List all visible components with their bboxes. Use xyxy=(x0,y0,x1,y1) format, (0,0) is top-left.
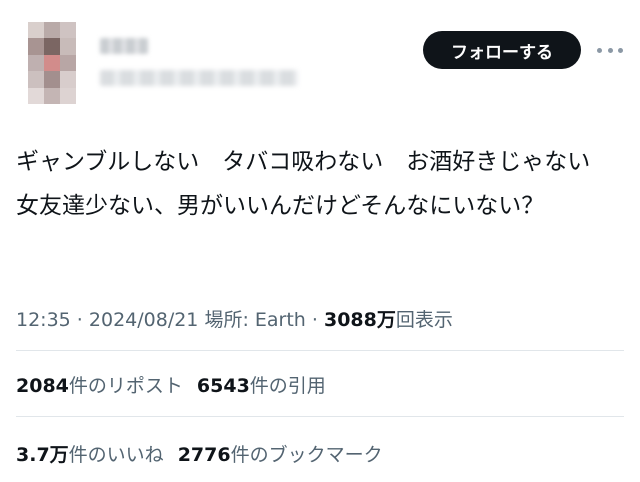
divider xyxy=(16,416,624,417)
likes-label: 件のいいね xyxy=(68,444,164,466)
user-handle-blurred[interactable] xyxy=(100,70,298,86)
meta-separator: · xyxy=(305,309,324,331)
bookmarks-stat[interactable]: 2776件のブックマーク xyxy=(178,440,383,467)
tweet-location: 場所: Earth xyxy=(198,309,306,331)
more-dot xyxy=(607,47,613,53)
quotes-label: 件の引用 xyxy=(249,375,326,397)
stats-row-reposts-quotes: 2084件のリポスト 6543件の引用 xyxy=(16,371,326,398)
more-horizontal-icon[interactable] xyxy=(597,40,623,60)
views-count: 3088万 xyxy=(323,309,396,331)
reposts-stat[interactable]: 2084件のリポスト xyxy=(16,371,183,398)
tweet-text: ギャンブルしない タバコ吸わない お酒好きじゃない 女友達少ない、男がいいんだけ… xyxy=(16,149,614,219)
stats-row-likes-bookmarks: 3.7万件のいいね 2776件のブックマーク xyxy=(16,440,383,467)
bookmarks-count: 2776 xyxy=(177,444,231,466)
tweet-date[interactable]: 2024/08/21 xyxy=(89,309,199,331)
tweet-meta: 12:35 · 2024/08/21 場所: Earth · 3088万回表示 xyxy=(16,305,453,332)
avatar[interactable] xyxy=(28,22,76,104)
avatar-mosaic xyxy=(28,22,76,104)
reposts-count: 2084 xyxy=(16,375,69,397)
likes-count: 3.7万 xyxy=(16,444,69,466)
likes-stat[interactable]: 3.7万件のいいね xyxy=(16,440,164,467)
more-dot xyxy=(618,47,623,53)
more-dot xyxy=(597,47,602,53)
views-label: 回表示 xyxy=(395,309,453,331)
tweet-time[interactable]: 12:35 xyxy=(16,309,71,331)
bookmarks-label: 件のブックマーク xyxy=(230,444,383,466)
reposts-label: 件のリポスト xyxy=(68,375,183,397)
divider xyxy=(16,350,624,351)
follow-button[interactable]: フォローする xyxy=(423,31,581,69)
meta-separator: · xyxy=(70,309,89,331)
display-name-blurred[interactable] xyxy=(100,38,148,54)
quotes-stat[interactable]: 6543件の引用 xyxy=(197,371,326,398)
quotes-count: 6543 xyxy=(196,375,250,397)
